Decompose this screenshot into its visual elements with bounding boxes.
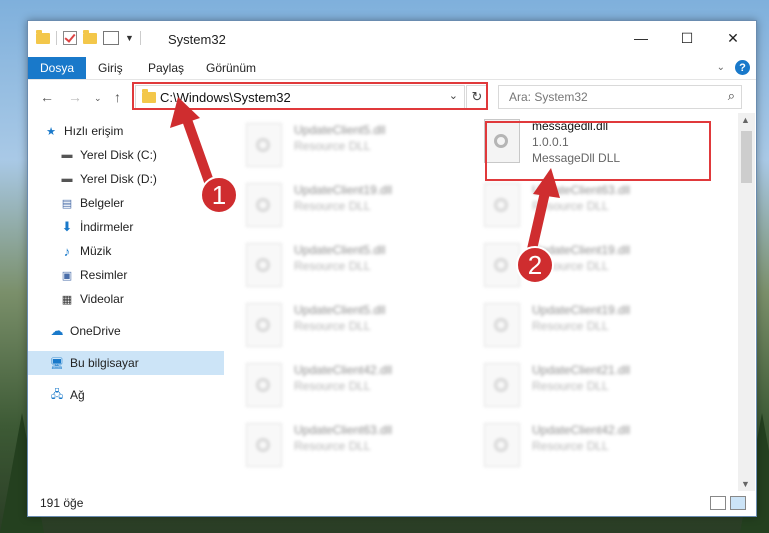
step-badge-1: 1 (200, 176, 238, 214)
step-badge-2: 2 (516, 246, 554, 284)
arrow-2-head (533, 168, 560, 198)
annotation-arrows (170, 97, 560, 263)
